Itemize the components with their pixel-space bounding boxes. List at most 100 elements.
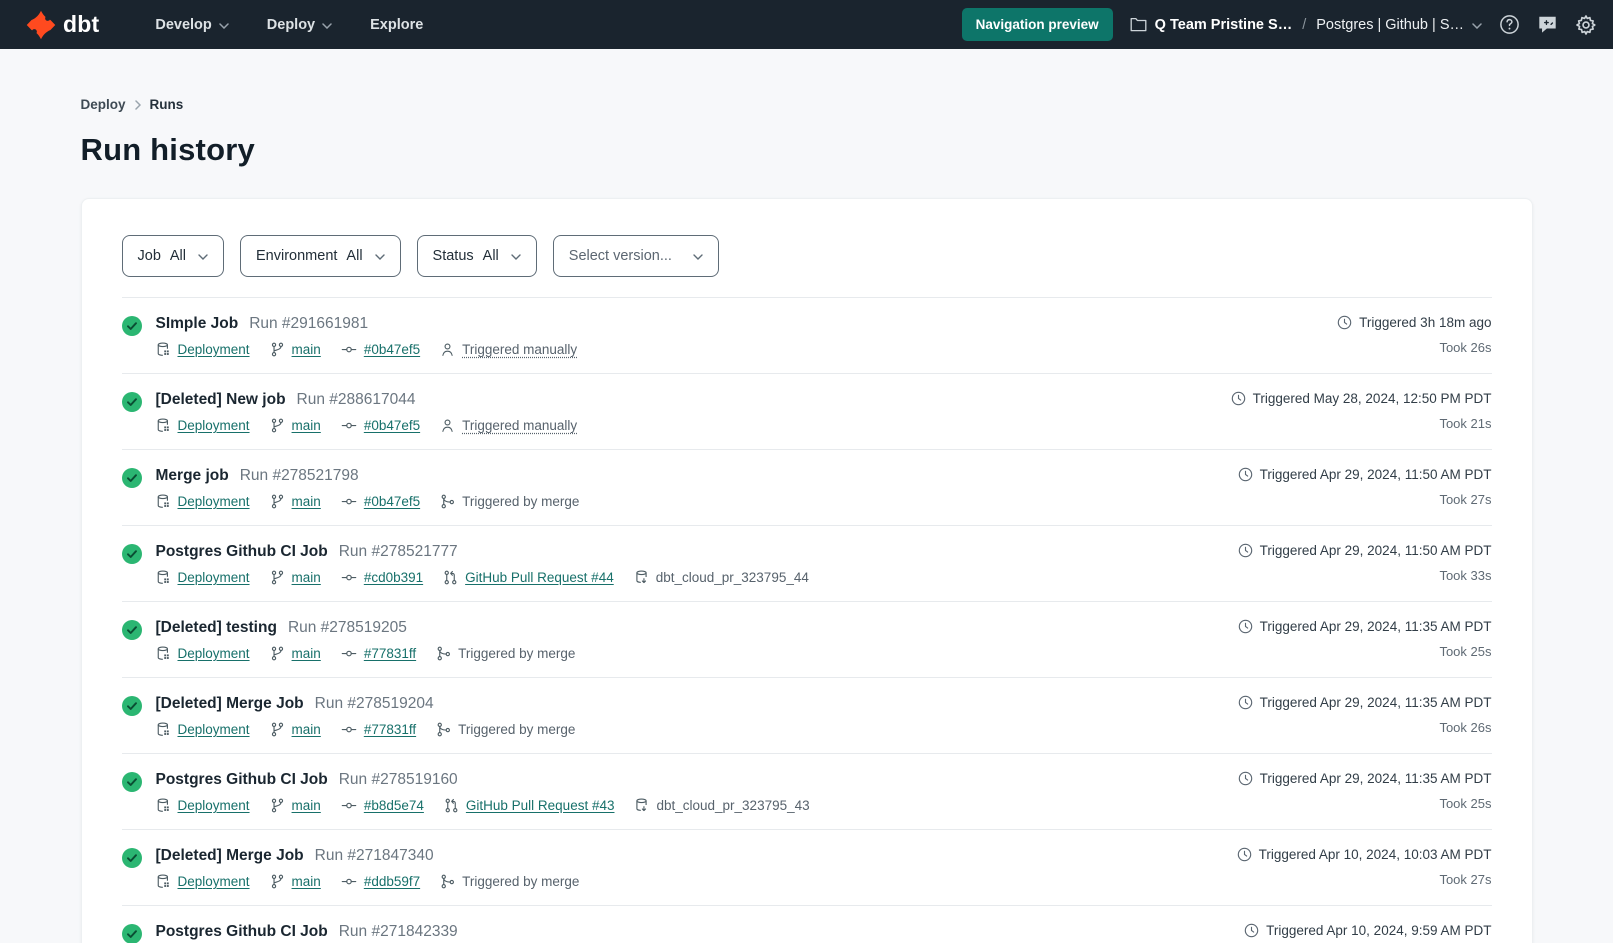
run-job-name-link[interactable]: Merge job [156,467,229,485]
clock-icon [1238,619,1253,634]
status-filter-dropdown[interactable]: Status All [417,235,537,277]
git-merge-icon [440,874,455,889]
run-success-icon [122,468,142,488]
run-job-name-link[interactable]: [Deleted] Merge Job [156,847,304,865]
environment-link[interactable]: Deployment [178,342,250,357]
run-success-icon [122,544,142,564]
run-duration: Took 25s [1222,796,1492,811]
git-branch-icon [270,874,285,889]
trigger-manual-detail: Triggered manually [440,418,577,433]
branch-detail: main [270,646,321,661]
pull-request-detail: GitHub Pull Request #44 [443,570,614,585]
job-filter-dropdown[interactable]: Job All [122,235,225,277]
run-job-name-link[interactable]: [Deleted] New job [156,391,286,409]
branch-link[interactable]: main [292,798,321,813]
environment-link[interactable]: Deployment [178,418,250,433]
nav-item-explore[interactable]: Explore [370,17,423,33]
environment-detail: Deployment [156,722,250,737]
environment-link[interactable]: Deployment [178,570,250,585]
project-picker[interactable]: Q Team Pristine S… / Postgres | Github |… [1130,16,1482,34]
run-row: [Deleted] testing Run #278519205 Deploym… [122,602,1492,678]
database-icon [156,494,171,509]
clock-icon [1238,695,1253,710]
commit-link[interactable]: #cd0b391 [364,570,423,585]
run-job-name-link[interactable]: [Deleted] testing [156,619,277,637]
environment-link[interactable]: Deployment [178,646,250,661]
trigger-manual-label: Triggered manually [462,342,577,357]
dbt-logo[interactable]: dbt [26,10,99,40]
branch-link[interactable]: main [292,874,321,889]
version-filter-dropdown[interactable]: Select version... [553,235,719,277]
branch-link[interactable]: main [292,570,321,585]
trigger-manual-detail: Triggered manually [440,342,577,357]
run-row: Postgres Github CI Job Run #278519160 De… [122,754,1492,830]
pull-request-link[interactable]: GitHub Pull Request #43 [466,798,615,813]
commit-link[interactable]: #0b47ef5 [364,342,420,357]
run-duration: Took 33s [1222,568,1492,583]
run-duration: Took 26s [1222,720,1492,735]
run-number: Run #278521798 [240,467,359,485]
branch-link[interactable]: main [292,646,321,661]
run-success-icon [122,772,142,792]
branch-link[interactable]: main [292,418,321,433]
environment-link[interactable]: Deployment [178,798,250,813]
folder-icon [1130,17,1147,32]
database-icon [156,418,171,433]
nav-item-deploy[interactable]: Deploy [267,17,332,33]
triggered-time: Triggered May 28, 2024, 12:50 PM PDT [1253,391,1492,406]
commit-link[interactable]: #77831ff [364,722,416,737]
run-success-icon [122,696,142,716]
git-commit-icon [341,342,357,357]
git-commit-icon [341,494,357,509]
run-job-name-link[interactable]: [Deleted] Merge Job [156,695,304,713]
run-duration: Took 27s [1222,492,1492,507]
breadcrumb-deploy[interactable]: Deploy [81,97,126,112]
run-number: Run #291661981 [249,315,368,333]
schema-label: dbt_cloud_pr_323795_44 [656,570,809,585]
triggered-time: Triggered Apr 29, 2024, 11:35 AM PDT [1260,695,1492,710]
environment-detail: Deployment [156,798,250,813]
schema-database-icon [634,798,649,813]
run-row: SImple Job Run #291661981 Deployment mai… [122,298,1492,374]
commit-link[interactable]: #b8d5e74 [364,798,424,813]
run-number: Run #278519160 [339,771,458,789]
pull-request-icon [443,570,458,585]
run-row: [Deleted] Merge Job Run #278519204 Deplo… [122,678,1492,754]
git-branch-icon [270,646,285,661]
branch-link[interactable]: main [292,722,321,737]
run-number: Run #278519205 [288,619,407,637]
feedback-icon[interactable] [1537,14,1558,35]
run-number: Run #278519204 [315,695,434,713]
nav-item-develop[interactable]: Develop [155,17,228,33]
commit-link[interactable]: #0b47ef5 [364,418,420,433]
branch-link[interactable]: main [292,494,321,509]
environment-detail: Deployment [156,570,250,585]
commit-link[interactable]: #77831ff [364,646,416,661]
navigation-preview-button[interactable]: Navigation preview [962,8,1113,41]
run-job-name-link[interactable]: SImple Job [156,315,239,333]
run-success-icon [122,620,142,640]
git-commit-icon [341,874,357,889]
pull-request-link[interactable]: GitHub Pull Request #44 [465,570,614,585]
clock-icon [1238,543,1253,558]
project-name: Q Team Pristine S… [1155,17,1293,33]
trigger-merge-label: Triggered by merge [458,722,575,737]
git-branch-icon [270,722,285,737]
environment-link[interactable]: Deployment [178,494,250,509]
branch-detail: main [270,570,321,585]
run-job-name-link[interactable]: Postgres Github CI Job [156,923,328,941]
run-job-name-link[interactable]: Postgres Github CI Job [156,543,328,561]
environment-link[interactable]: Deployment [178,874,250,889]
environment-filter-dropdown[interactable]: Environment All [240,235,401,277]
commit-link[interactable]: #ddb59f7 [364,874,420,889]
gear-icon[interactable] [1575,14,1597,36]
commit-link[interactable]: #0b47ef5 [364,494,420,509]
branch-detail: main [270,874,321,889]
top-nav: dbt Develop Deploy Explore Navigation pr… [0,0,1613,49]
run-duration: Took 25s [1222,644,1492,659]
trigger-merge-label: Triggered by merge [462,874,579,889]
run-job-name-link[interactable]: Postgres Github CI Job [156,771,328,789]
help-icon[interactable] [1499,14,1520,35]
branch-link[interactable]: main [292,342,321,357]
environment-link[interactable]: Deployment [178,722,250,737]
